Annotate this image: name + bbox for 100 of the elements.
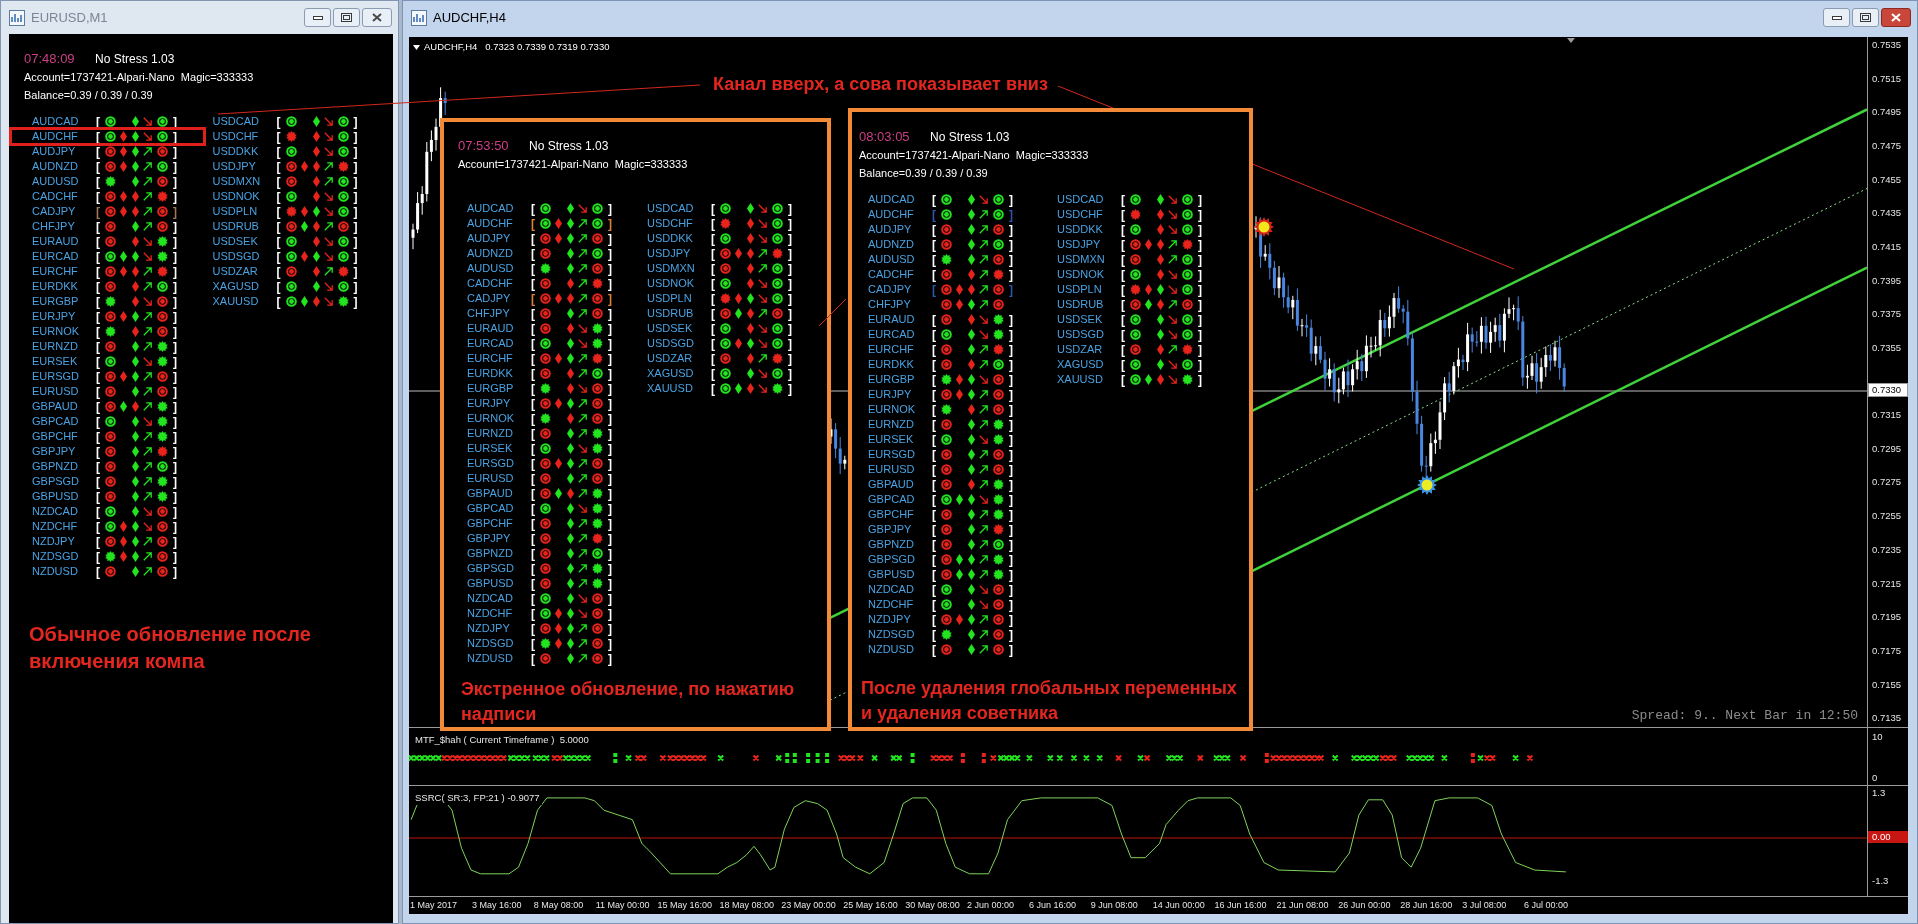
symbol-label: USDZAR [647,353,694,364]
open-bracket: [ [1121,253,1125,266]
open-bracket: [ [531,517,535,530]
close-bracket: ] [1009,478,1013,491]
scale-label: 1.3 [1871,787,1887,799]
open-bracket: [ [531,532,535,545]
open-bracket: [ [711,382,715,395]
open-bracket: [ [711,292,715,305]
time-label: 6 Jul 00:00 [1524,898,1570,912]
symbol-label: AUDNZD [32,161,79,172]
scale-label: 0 [1871,772,1879,784]
maximize-button[interactable] [1852,8,1879,27]
close-bracket: ] [1009,553,1013,566]
open-bracket: [ [96,505,100,518]
open-bracket: [ [96,430,100,443]
symbol-label: AUDNZD [467,248,514,259]
close-bracket: ] [353,190,358,203]
symbol-label: AUDNZD [868,239,915,250]
open-bracket: [ [531,622,535,635]
open-bracket: [ [96,385,100,398]
symbol-label: USDZAR [1057,344,1104,355]
close-bracket: ] [608,412,612,425]
open-bracket: [ [96,370,100,383]
symbol-label: NZDSGD [467,638,515,649]
symbol-label: USDSGD [647,338,696,349]
open-bracket: [ [932,253,936,266]
close-bracket: ] [173,160,177,173]
close-bracket: ] [788,217,792,230]
open-bracket: [ [711,262,715,275]
close-bracket: ] [353,220,358,233]
shift-marker-icon[interactable] [1567,38,1575,43]
open-bracket: [ [531,367,535,380]
symbol-label: EURSEK [868,434,915,445]
symbol-label: EURNOK [467,413,516,424]
price-label: 0.7315 [1871,408,1903,423]
close-button[interactable] [1881,8,1911,27]
symbol-label: NZDSGD [868,629,916,640]
price-label: 0.7215 [1871,576,1903,591]
symbol-label: NZDJPY [467,623,511,634]
open-bracket: [ [531,322,535,335]
open-bracket: [ [932,328,936,341]
close-button[interactable] [362,8,392,27]
open-bracket: [ [932,433,936,446]
open-bracket: [ [711,247,715,260]
open-bracket: [ [1121,343,1125,356]
close-bracket: ] [173,370,177,383]
close-icon [1891,13,1901,22]
close-bracket: ] [353,280,358,293]
symbol-label: NZDCAD [467,593,514,604]
close-bracket: ] [1009,598,1013,611]
symbol-label: NZDUSD [467,653,514,664]
symbol-label: USDRUB [647,308,695,319]
symbol-label: CADCHF [868,269,915,280]
symbol-label: XAGUSD [212,281,260,292]
symbol-label: EURAUD [467,323,515,334]
symbol-label: USDSEK [212,236,259,247]
close-bracket: ] [1009,433,1013,446]
price-label: 0.7495 [1871,105,1903,120]
maximize-button[interactable] [333,8,360,27]
close-bracket: ] [788,382,792,395]
close-bracket: ] [788,307,792,320]
dropdown-triangle-icon[interactable] [413,44,420,50]
close-bracket: ] [608,247,612,260]
symbol-label: GBPNZD [32,461,79,472]
open-bracket: [ [531,412,535,425]
time-label: 26 Jun 00:00 [1338,898,1392,912]
close-bracket: ] [608,367,612,380]
symbol-label: AUDJPY [32,146,77,157]
close-bracket: ] [1009,628,1013,641]
open-bracket: [ [96,250,100,263]
close-bracket: ] [173,295,177,308]
open-bracket: [ [96,220,100,233]
close-bracket: ] [608,397,612,410]
balance-info: Balance=0.39 / 0.39 / 0.39 [859,165,988,181]
close-bracket: ] [353,175,358,188]
symbol-label: EURNZD [868,419,915,430]
symbol-label: GBPCAD [868,494,916,505]
open-bracket: [ [932,568,936,581]
price-label: 0.7535 [1871,37,1903,52]
open-bracket: [ [932,508,936,521]
symbol-label: CHFJPY [32,221,76,232]
chart-window-icon [411,9,427,26]
account-info: Account=1737421-Alpari-Nano Magic=333333 [24,69,254,85]
minimize-button[interactable] [304,8,331,27]
close-bracket: ] [608,442,612,455]
open-bracket: [ [531,217,535,230]
open-bracket: [ [531,277,535,290]
minimize-button[interactable] [1823,8,1850,27]
close-bracket: ] [173,310,177,323]
close-bracket: ] [1009,403,1013,416]
close-bracket: ] [608,382,612,395]
time-label: 8 May 08:00 [533,898,585,912]
open-bracket: [ [711,307,715,320]
close-bracket: ] [608,592,612,605]
close-bracket: ] [353,250,358,263]
symbol-label: EURNOK [32,326,81,337]
symbol-label: EURJPY [32,311,77,322]
open-bracket: [ [276,295,281,308]
open-bracket: [ [96,265,100,278]
open-bracket: [ [932,613,936,626]
